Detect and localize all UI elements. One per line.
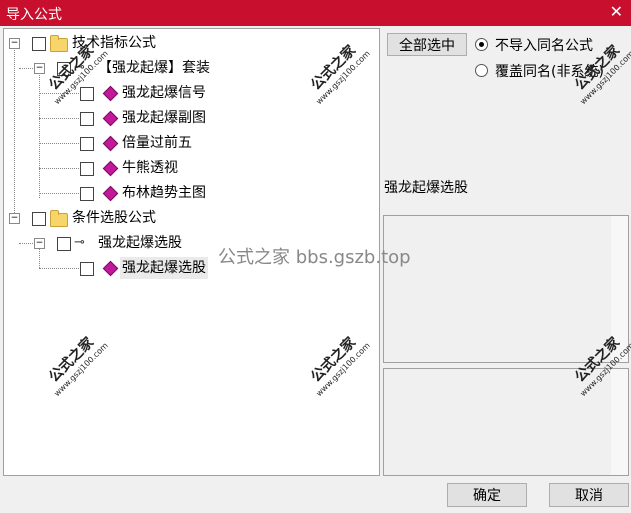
formula-icon: [102, 135, 119, 152]
group-checkbox[interactable]: [32, 212, 46, 226]
cancel-button[interactable]: 取消: [549, 483, 629, 507]
formula-icon: [102, 260, 119, 277]
folder-icon: [50, 210, 68, 227]
radio-skip-label: 不导入同名公式: [495, 38, 593, 54]
ok-button[interactable]: 确定: [447, 483, 527, 507]
item-checkbox[interactable]: [80, 262, 94, 276]
formula-description-box[interactable]: [383, 215, 629, 363]
item-label: 强龙起爆信号: [122, 85, 206, 101]
item-label: 牛熊透视: [122, 160, 178, 176]
key-icon: ⊸: [74, 235, 85, 250]
center-watermark: 公式之家 bbs.gszb.top: [218, 247, 411, 268]
formula-icon: [102, 185, 119, 202]
tree-item[interactable]: 牛熊透视: [4, 157, 304, 179]
folder-icon: [50, 35, 68, 52]
dialog-footer: 确定 取消: [0, 478, 631, 513]
formula-icon: [102, 85, 119, 102]
formula-icon: [102, 110, 119, 127]
item-checkbox[interactable]: [80, 187, 94, 201]
select-all-button[interactable]: 全部选中: [387, 33, 467, 56]
tree-node-screening[interactable]: − 条件选股公式: [4, 207, 304, 229]
tree-item[interactable]: 布林趋势主图: [4, 182, 304, 204]
collapse-toggle[interactable]: −: [34, 238, 45, 249]
radio-skip-duplicates[interactable]: [475, 38, 488, 51]
item-checkbox[interactable]: [80, 112, 94, 126]
item-checkbox[interactable]: [80, 162, 94, 176]
collapse-toggle[interactable]: −: [34, 63, 45, 74]
suite-checkbox[interactable]: [57, 237, 71, 251]
suite-label: 强龙起爆选股: [98, 235, 182, 251]
tree-item[interactable]: 强龙起爆副图: [4, 107, 304, 129]
item-checkbox[interactable]: [80, 87, 94, 101]
tree-node-tech-indicators[interactable]: − 技术指标公式: [4, 32, 304, 54]
suite-label: 【强龙起爆】套装: [98, 60, 210, 76]
tree-item[interactable]: 倍量过前五: [4, 132, 304, 154]
group-label: 条件选股公式: [72, 210, 156, 226]
item-checkbox[interactable]: [80, 137, 94, 151]
item-label: 布林趋势主图: [122, 185, 206, 201]
item-label: 倍量过前五: [122, 135, 192, 151]
radio-overwrite[interactable]: [475, 64, 488, 77]
collapse-toggle[interactable]: −: [9, 38, 20, 49]
group-checkbox[interactable]: [32, 37, 46, 51]
selected-formula-name: 强龙起爆选股: [384, 180, 468, 196]
formula-icon: [102, 160, 119, 177]
scrollbar[interactable]: [611, 369, 628, 475]
item-label: 强龙起爆副图: [122, 110, 206, 126]
title-bar: 导入公式 ✕: [0, 0, 631, 26]
item-label-selected: 强龙起爆选股: [120, 257, 208, 279]
window-title: 导入公式: [6, 7, 62, 23]
close-icon[interactable]: ✕: [610, 2, 623, 21]
collapse-toggle[interactable]: −: [9, 213, 20, 224]
